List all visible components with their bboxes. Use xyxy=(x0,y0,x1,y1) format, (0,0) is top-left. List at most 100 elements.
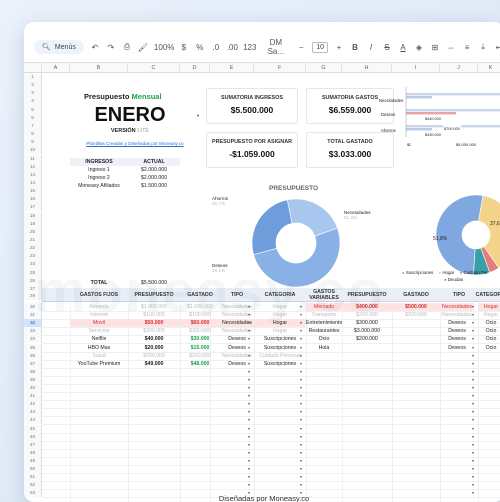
variable-expense-category[interactable]: Ocio xyxy=(478,335,500,343)
dropdown-arrow-icon[interactable]: ▾ xyxy=(248,393,250,398)
row-number[interactable]: 8 xyxy=(24,130,42,138)
variable-expense-type[interactable]: Deseos xyxy=(440,327,474,335)
redo-icon[interactable]: ↷ xyxy=(106,43,116,52)
variable-expense-name[interactable]: Restaurantes xyxy=(306,327,342,335)
variable-expense-category[interactable]: Ocio xyxy=(478,344,500,352)
dropdown-arrow-icon[interactable]: ▾ xyxy=(300,393,302,398)
dropdown-arrow-icon[interactable]: ▾ xyxy=(248,385,250,390)
row-number[interactable]: 13 xyxy=(24,171,42,179)
fixed-expense-name[interactable]: Internet xyxy=(70,311,128,319)
income-name[interactable]: Moneasy Afiliados xyxy=(70,182,128,190)
dropdown-arrow-icon[interactable]: ▾ xyxy=(300,328,302,333)
income-name[interactable]: Ingreso 2 xyxy=(70,174,128,182)
dropdown-arrow-icon[interactable]: ▾ xyxy=(248,426,250,431)
fixed-expense-spent[interactable]: $200.000 xyxy=(180,352,220,360)
currency-button[interactable]: $ xyxy=(179,43,189,52)
row-number[interactable]: 6 xyxy=(24,114,42,122)
dropdown-arrow-icon[interactable]: ▾ xyxy=(472,385,474,390)
dropdown-arrow-icon[interactable]: ▾ xyxy=(472,466,474,471)
dropdown-arrow-icon[interactable]: ▾ xyxy=(248,450,250,455)
column-header[interactable]: J xyxy=(440,63,478,73)
variable-expense-name[interactable]: Mercado xyxy=(306,303,342,311)
dropdown-arrow-icon[interactable]: ▾ xyxy=(300,434,302,439)
fixed-expense-budget[interactable]: $49.000 xyxy=(128,360,180,368)
row-number[interactable]: 33 xyxy=(24,327,42,335)
dropdown-arrow-icon[interactable]: ▾ xyxy=(472,482,474,487)
dropdown-arrow-icon[interactable]: ▾ xyxy=(472,409,474,414)
bold-button[interactable]: B xyxy=(350,43,360,52)
row-number[interactable]: 39 xyxy=(24,376,42,384)
row-number[interactable]: 30 xyxy=(24,303,42,311)
row-number[interactable]: 37 xyxy=(24,360,42,368)
row-number[interactable]: 42 xyxy=(24,400,42,408)
dropdown-arrow-icon[interactable]: ▾ xyxy=(300,361,302,366)
menus-search[interactable]: 🔍︎ Menús xyxy=(34,40,84,54)
row-number[interactable]: 3 xyxy=(24,89,42,97)
fixed-expense-budget[interactable]: $1.000.000 xyxy=(128,303,180,311)
dropdown-arrow-icon[interactable]: ▾ xyxy=(472,442,474,447)
row-number[interactable]: 34 xyxy=(24,335,42,343)
fixed-expense-name[interactable]: Netflix xyxy=(70,335,128,343)
dropdown-arrow-icon[interactable]: ▾ xyxy=(248,377,250,382)
dropdown-arrow-icon[interactable]: ▾ xyxy=(300,482,302,487)
fixed-expense-spent[interactable]: $30.000 xyxy=(180,335,220,343)
variable-expense-type[interactable]: Necesidades xyxy=(440,311,474,319)
column-header[interactable]: C xyxy=(128,63,180,73)
variable-expense-spent[interactable]: $200.000 xyxy=(392,311,440,319)
income-name[interactable]: Ingreso 1 xyxy=(70,166,128,174)
income-value[interactable]: $2.000.000 xyxy=(128,166,180,174)
strikethrough-button[interactable]: S xyxy=(382,43,392,52)
text-color-button[interactable]: A xyxy=(398,43,408,52)
dropdown-arrow-icon[interactable]: ▾ xyxy=(248,401,250,406)
dropdown-arrow-icon[interactable]: ▾ xyxy=(300,474,302,479)
dropdown-arrow-icon[interactable]: ▾ xyxy=(300,304,302,309)
dropdown-arrow-icon[interactable]: ▾ xyxy=(248,409,250,414)
italic-button[interactable]: I xyxy=(366,43,376,52)
column-header[interactable]: E xyxy=(210,63,254,73)
fixed-expense-name[interactable]: Servicios xyxy=(70,327,128,335)
variable-expense-category[interactable]: Ocio xyxy=(478,319,500,327)
dropdown-arrow-icon[interactable]: ▾ xyxy=(248,361,250,366)
row-number[interactable]: 36 xyxy=(24,352,42,360)
print-icon[interactable]: ⎙ xyxy=(122,42,132,52)
dropdown-arrow-icon[interactable]: ▾ xyxy=(472,426,474,431)
fixed-expense-spent[interactable]: $60.000 xyxy=(180,319,220,327)
row-number[interactable]: 1 xyxy=(24,73,42,81)
fixed-expense-category[interactable]: Hogar xyxy=(254,319,306,327)
dropdown-arrow-icon[interactable]: ▾ xyxy=(472,417,474,422)
column-header[interactable]: H xyxy=(342,63,392,73)
row-number[interactable]: 44 xyxy=(24,416,42,424)
row-number[interactable]: 7 xyxy=(24,122,42,130)
row-number[interactable]: 40 xyxy=(24,384,42,392)
dropdown-arrow-icon[interactable]: ▾ xyxy=(248,320,250,325)
column-header[interactable]: G xyxy=(306,63,342,73)
row-number[interactable]: 21 xyxy=(24,236,42,244)
row-number[interactable]: 23 xyxy=(24,252,42,260)
variable-expense-budget[interactable]: $400.000 xyxy=(342,303,392,311)
dropdown-arrow-icon[interactable]: ▾ xyxy=(300,312,302,317)
variable-expense-category[interactable]: Hogar xyxy=(478,311,500,319)
borders-icon[interactable]: ⊞ xyxy=(430,43,440,52)
wrap-icon[interactable]: ↩ xyxy=(494,43,500,52)
row-number[interactable]: 51 xyxy=(24,473,42,481)
row-number[interactable]: 45 xyxy=(24,425,42,433)
fixed-expense-budget[interactable]: $200.000 xyxy=(128,352,180,360)
variable-expense-budget[interactable]: $200.000 xyxy=(342,311,392,319)
column-header[interactable]: D xyxy=(180,63,210,73)
dropdown-arrow-icon[interactable]: ▾ xyxy=(472,320,474,325)
fixed-expense-spent[interactable]: $48.000 xyxy=(180,360,220,368)
zoom-select[interactable]: 100% xyxy=(154,43,173,52)
income-value[interactable]: $1.500.000 xyxy=(128,182,180,190)
fixed-expense-name[interactable]: Salud xyxy=(70,352,128,360)
dropdown-arrow-icon[interactable]: ▾ xyxy=(300,336,302,341)
row-number[interactable]: 9 xyxy=(24,138,42,146)
fixed-expense-budget[interactable]: $50.000 xyxy=(128,319,180,327)
column-header[interactable]: A xyxy=(42,63,70,73)
dropdown-arrow-icon[interactable]: ▾ xyxy=(472,304,474,309)
fixed-expense-name[interactable]: Movil xyxy=(70,319,128,327)
dropdown-arrow-icon[interactable]: ▾ xyxy=(248,482,250,487)
dropdown-arrow-icon[interactable]: ▾ xyxy=(248,369,250,374)
dropdown-arrow-icon[interactable]: ▾ xyxy=(248,442,250,447)
fill-color-icon[interactable]: ◈ xyxy=(414,43,424,52)
row-number[interactable]: 35 xyxy=(24,344,42,352)
